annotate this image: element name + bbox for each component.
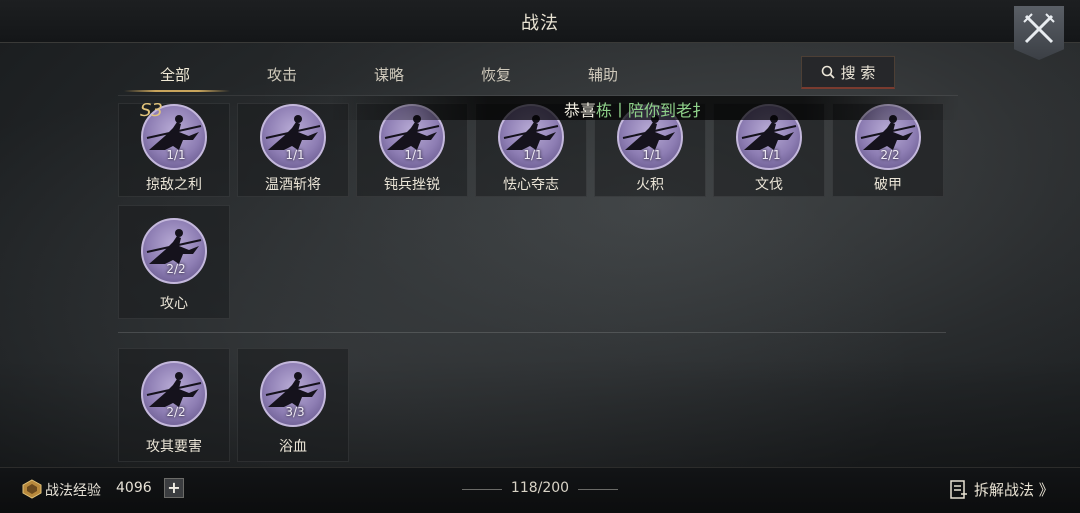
disassemble-label: 拆解战法 》: [974, 481, 1054, 499]
tactic-count: 2/2: [166, 405, 186, 419]
capacity-counter: 118/200: [510, 480, 570, 496]
grade-label: S3: [140, 100, 163, 121]
capacity-divider-right: [578, 489, 618, 490]
announcement-marquee: 恭喜栋丨陪你到老扌: [330, 96, 960, 120]
tactic-count: 2/2: [166, 262, 186, 276]
capacity-divider-left: [462, 489, 502, 490]
tactic-icon: 1/1: [260, 104, 326, 170]
tactic-name: 破甲: [874, 177, 902, 193]
tactic-icon: 2/2: [141, 218, 207, 284]
tab-recovery[interactable]: 恢复: [446, 64, 546, 94]
tactic-name: 钝兵挫锐: [384, 177, 440, 193]
search-label: 搜 索: [840, 63, 876, 82]
crossed-swords-icon: [1023, 13, 1055, 44]
tab-strategy[interactable]: 谋略: [339, 64, 439, 94]
tactic-count: 3/3: [285, 405, 305, 419]
top-bar: 战法: [0, 0, 1080, 43]
tactic-count: 1/1: [761, 148, 781, 162]
page-title: 战法: [521, 13, 559, 34]
exp-badge-icon: [22, 479, 42, 499]
tactic-name: 文伐: [755, 177, 783, 193]
tactic-name: 火积: [636, 177, 664, 193]
search-button[interactable]: 搜 索: [801, 56, 895, 89]
search-icon: [821, 65, 835, 79]
tactic-name: 浴血: [279, 439, 307, 455]
tactic-icon: 2/2: [141, 361, 207, 427]
marquee-player-name: 栋丨陪你到老扌: [596, 101, 709, 120]
marquee-prefix: 恭喜: [564, 101, 597, 120]
tactic-card[interactable]: 3/3 浴血: [237, 348, 349, 462]
tactic-card[interactable]: 1/1 掠敌之利: [118, 103, 230, 197]
add-exp-button[interactable]: +: [164, 478, 184, 498]
tactic-name: 攻其要害: [146, 439, 202, 455]
tab-attack[interactable]: 攻击: [232, 64, 332, 94]
tab-active-indicator: [124, 90, 230, 92]
tactic-name: 攻心: [160, 296, 188, 312]
tactic-count: 1/1: [285, 148, 305, 162]
disassemble-icon: [950, 479, 967, 499]
section-divider: [118, 332, 946, 333]
marquee-text: 恭喜栋丨陪你到老扌: [564, 97, 708, 120]
tactic-name: 温酒斩将: [265, 177, 321, 193]
tactic-card[interactable]: 2/2 攻心: [118, 205, 230, 319]
exp-value: 4096: [116, 480, 152, 496]
tactic-icon: 3/3: [260, 361, 326, 427]
tactic-name: 怯心夺志: [503, 177, 559, 193]
close-button[interactable]: [1014, 6, 1064, 60]
tactic-count: 2/2: [880, 148, 900, 162]
exp-label: 战法经验: [45, 483, 101, 499]
tactic-card[interactable]: 2/2 攻其要害: [118, 348, 230, 462]
tactic-count: 1/1: [642, 148, 662, 162]
tactic-name: 掠敌之利: [146, 177, 202, 193]
tactic-count: 1/1: [404, 148, 424, 162]
tab-support[interactable]: 辅助: [553, 64, 653, 94]
tactic-count: 1/1: [166, 148, 186, 162]
disassemble-button[interactable]: 拆解战法 》: [950, 479, 1054, 500]
tactic-count: 1/1: [523, 148, 543, 162]
